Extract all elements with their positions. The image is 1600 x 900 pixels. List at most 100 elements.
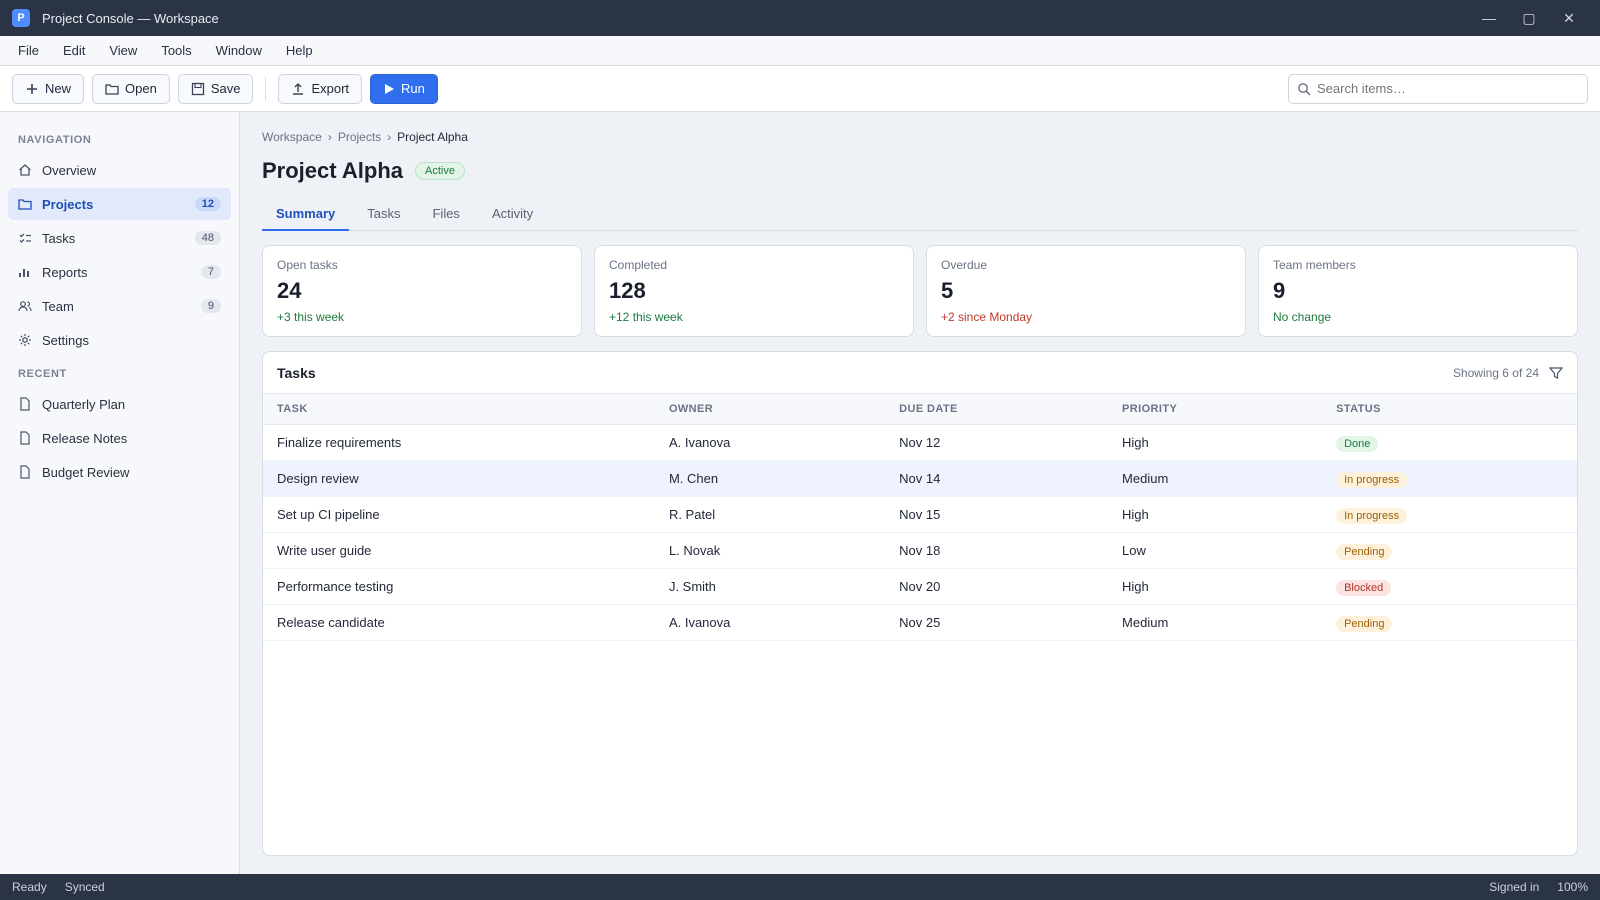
table-title: Tasks xyxy=(277,364,316,381)
column-header[interactable]: PRIORITY xyxy=(1108,394,1323,425)
stat-value: 128 xyxy=(609,278,646,303)
search-input[interactable] xyxy=(1317,81,1579,96)
table-cell: Nov 20 xyxy=(885,568,1109,605)
maximize-button[interactable]: ▢ xyxy=(1510,5,1548,31)
tab-summary[interactable]: Summary xyxy=(262,198,350,231)
table-cell: J. Smith xyxy=(654,568,886,605)
column-header[interactable]: TASK xyxy=(263,394,655,425)
sidebar-item-count: 7 xyxy=(200,265,221,279)
menu-file[interactable]: File xyxy=(8,38,49,63)
export-button[interactable]: Export xyxy=(278,73,363,104)
new-button[interactable]: New xyxy=(12,73,85,104)
table-row[interactable]: Set up CI pipeline R. Patel Nov 15 High In p… xyxy=(263,496,1577,533)
menu-bar: File Edit View Tools Window Help xyxy=(0,36,1600,66)
sidebar-item-label: Projects xyxy=(42,196,94,212)
table-cell: Nov 12 xyxy=(885,424,1109,461)
recent-item-label: Release Notes xyxy=(42,430,128,446)
table-row[interactable]: Finalize requirements A. Ivanova Nov 12 Hig… xyxy=(263,424,1577,461)
export-icon xyxy=(291,82,305,96)
table-cell: In progress xyxy=(1322,460,1577,497)
main-content: Workspace › Projects › Project Alpha Pro… xyxy=(240,112,1600,874)
tasks-table-card: Tasks Showing 6 of 24 TASK OWNER DUE DAT… xyxy=(262,351,1578,856)
status-pill: Pending xyxy=(1336,616,1393,632)
table-cell: High xyxy=(1108,496,1323,533)
column-header[interactable]: DUE DATE xyxy=(885,394,1109,425)
sidebar-item-team[interactable]: Team 9 xyxy=(8,290,231,322)
open-button[interactable]: Open xyxy=(92,73,170,104)
minimize-button[interactable]: — xyxy=(1470,5,1508,31)
menu-tools[interactable]: Tools xyxy=(151,38,201,63)
stat-value: 9 xyxy=(1273,278,1286,303)
stat-card-overdue: Overdue 5 +2 since Monday xyxy=(926,245,1246,337)
zoom-level[interactable]: 100% xyxy=(1557,880,1588,894)
run-button[interactable]: Run xyxy=(370,73,438,104)
table-cell: Nov 25 xyxy=(885,604,1109,641)
table-cell: A. Ivanova xyxy=(654,604,886,641)
table-cell: Nov 18 xyxy=(885,532,1109,569)
folder-icon xyxy=(105,82,119,96)
stat-label: Team members xyxy=(1273,258,1356,272)
column-header[interactable]: STATUS xyxy=(1322,394,1577,425)
table-cell: Write user guide xyxy=(263,532,655,569)
close-button[interactable]: ✕ xyxy=(1550,5,1588,31)
menu-edit[interactable]: Edit xyxy=(53,38,95,63)
breadcrumb-section[interactable]: Projects xyxy=(338,130,381,144)
table-cell: Nov 14 xyxy=(885,460,1109,497)
column-header[interactable]: OWNER xyxy=(654,394,886,425)
tab-tasks[interactable]: Tasks xyxy=(353,198,414,231)
stat-label: Open tasks xyxy=(277,258,338,272)
table-cell: R. Patel xyxy=(654,496,886,533)
table-row[interactable]: Performance testing J. Smith Nov 20 High Blo… xyxy=(263,568,1577,605)
sidebar-item-label: Overview xyxy=(42,162,97,178)
users-icon xyxy=(18,299,32,313)
save-icon xyxy=(191,82,205,96)
search-box xyxy=(1288,73,1588,104)
page-title: Project Alpha xyxy=(262,158,403,183)
toolbar: New Open Save Export Run xyxy=(0,66,1600,112)
status-pill: Blocked xyxy=(1336,580,1392,596)
sidebar-heading: NAVIGATION xyxy=(18,134,92,146)
table-cell: Pending xyxy=(1322,604,1577,641)
status-bar: Ready Synced Signed in 100% xyxy=(0,874,1600,900)
menu-help[interactable]: Help xyxy=(276,38,323,63)
table-meta: Showing 6 of 24 xyxy=(1452,365,1539,380)
filter-icon[interactable] xyxy=(1549,366,1563,380)
menu-window[interactable]: Window xyxy=(206,38,272,63)
table-cell: Nov 15 xyxy=(885,496,1109,533)
tab-activity[interactable]: Activity xyxy=(478,198,547,231)
table-cell: In progress xyxy=(1322,496,1577,533)
sidebar-item-tasks[interactable]: Tasks 48 xyxy=(8,222,231,254)
table-row[interactable]: Design review M. Chen Nov 14 Medium In progr… xyxy=(263,460,1577,497)
status-pill: Done xyxy=(1336,436,1379,452)
breadcrumb-separator: › xyxy=(387,130,392,144)
menu-view[interactable]: View xyxy=(99,38,147,63)
status-pill: Pending xyxy=(1336,544,1393,560)
sidebar-item-count: 12 xyxy=(194,197,221,211)
tab-files[interactable]: Files xyxy=(418,198,473,231)
sidebar-item-overview[interactable]: Overview xyxy=(8,154,231,186)
save-button[interactable]: Save xyxy=(177,73,254,104)
status-right: Signed in 100% xyxy=(1489,880,1588,894)
sidebar-item-projects[interactable]: Projects 12 xyxy=(8,188,231,220)
sidebar-item-settings[interactable]: Settings xyxy=(8,324,231,356)
recent-item[interactable]: Release Notes xyxy=(8,422,231,454)
recent-item-label: Budget Review xyxy=(42,464,130,480)
recent-item[interactable]: Budget Review xyxy=(8,456,231,488)
checklist-icon xyxy=(18,231,32,245)
stat-delta: No change xyxy=(1273,310,1332,324)
breadcrumb-root[interactable]: Workspace xyxy=(262,130,322,144)
stat-value: 24 xyxy=(277,278,302,303)
search-icon xyxy=(1297,82,1311,96)
open-button-label: Open xyxy=(125,81,157,96)
page-header: Project Alpha Active xyxy=(262,158,1578,184)
table-row[interactable]: Release candidate A. Ivanova Nov 25 Medium P… xyxy=(263,604,1577,641)
sidebar-heading-recent: RECENT xyxy=(18,368,67,380)
recent-item[interactable]: Quarterly Plan xyxy=(8,388,231,420)
table-cell: Pending xyxy=(1322,532,1577,569)
breadcrumb-separator: › xyxy=(327,130,332,144)
sidebar-item-reports[interactable]: Reports 7 xyxy=(8,256,231,288)
user-status: Signed in xyxy=(1489,880,1540,894)
breadcrumb-current: Project Alpha xyxy=(397,130,468,144)
table-cell: L. Novak xyxy=(654,532,886,569)
table-row[interactable]: Write user guide L. Novak Nov 18 Low Pending xyxy=(263,532,1577,569)
